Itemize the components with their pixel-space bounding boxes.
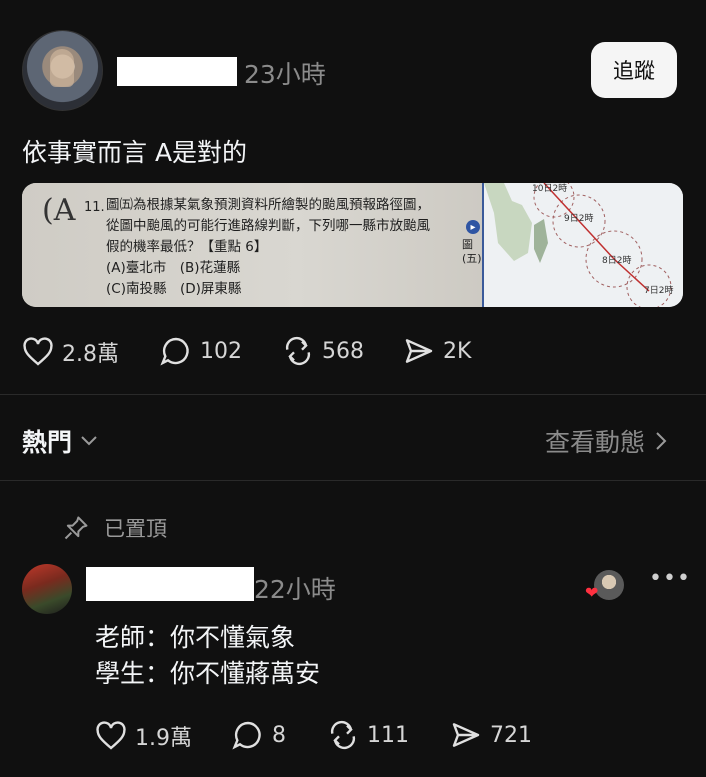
figure-arrow-icon: ▸ — [466, 220, 480, 234]
reply-share-count: 721 — [490, 722, 532, 748]
share-count: 2K — [443, 338, 472, 364]
share-button[interactable]: 2K — [403, 336, 471, 366]
like-count: 2.8萬 — [62, 342, 119, 367]
divider — [0, 480, 706, 481]
chevron-down-icon — [81, 436, 97, 446]
comment-icon — [160, 337, 189, 366]
pinned-indicator: 已置頂 — [62, 513, 167, 543]
typhoon-track-map: 10日2時 9日2時 8日2時 7日2時 — [482, 183, 683, 307]
repost-count: 568 — [322, 338, 364, 364]
question-line: 從圖中颱風的可能行進路線判斷，下列哪一縣市放颱風 — [106, 218, 430, 234]
answer-mark-letter: A — [53, 193, 76, 228]
divider — [0, 394, 706, 395]
map-label: 7日2時 — [644, 285, 673, 296]
share-send-icon — [452, 723, 480, 747]
heart-icon — [96, 721, 126, 750]
follow-button[interactable]: 追蹤 — [591, 42, 677, 98]
typhoon-map-svg: 10日2時 9日2時 8日2時 7日2時 — [484, 183, 673, 307]
more-options-icon[interactable]: ••• — [649, 566, 691, 591]
comment-count: 102 — [200, 338, 242, 364]
view-activity-link[interactable]: 查看動態 — [545, 423, 667, 459]
reply-author-avatar[interactable] — [22, 564, 72, 614]
question-line: 假的機率最低？【重點 6】 — [106, 239, 268, 255]
activity-label: 查看動態 — [545, 428, 646, 457]
reply-text: 老師：你不懂氣象 學生：你不懂蔣萬安 — [95, 620, 320, 692]
comment-icon — [232, 721, 261, 750]
reply-share-button[interactable]: 721 — [450, 720, 532, 750]
reply-repost-count: 111 — [367, 722, 409, 748]
pinned-label: 已置頂 — [104, 517, 167, 541]
reply-author-name-redacted[interactable] — [86, 567, 254, 601]
post-image[interactable]: (A 11. 圖㈤為根據某氣象預測資料所繪製的颱風預報路徑圖， 從圖中颱風的可能… — [22, 183, 683, 307]
figure-label: 圖(五) — [462, 238, 482, 265]
question-number: 11. — [84, 200, 105, 215]
heart-badge-icon: ❤ — [585, 583, 599, 602]
author-avatar[interactable] — [22, 30, 103, 111]
question-option-line: (A)臺北市 (B)花蓮縣 — [106, 260, 241, 276]
reply-comment-button[interactable]: 8 — [232, 720, 286, 750]
reply-line: 老師：你不懂氣象 — [95, 623, 296, 652]
reply-timestamp: 22小時 — [254, 575, 336, 604]
author-name-redacted[interactable] — [117, 57, 237, 86]
post-timestamp: 23小時 — [244, 60, 326, 89]
question-option-line: (C)南投縣 (D)屏東縣 — [106, 281, 242, 297]
map-label: 8日2時 — [602, 255, 631, 266]
answer-mark: (A — [42, 193, 76, 228]
sort-dropdown[interactable]: 熱門 — [22, 423, 98, 459]
repost-button[interactable]: 568 — [282, 336, 364, 366]
question-line: 圖㈤為根據某氣象預測資料所繪製的颱風預報路徑圖， — [106, 197, 430, 213]
reply-like-count: 1.9萬 — [135, 726, 192, 751]
china-coast — [484, 183, 532, 261]
reply-like-button[interactable]: 1.9萬 — [95, 720, 192, 752]
reply-line: 學生：你不懂蔣萬安 — [95, 659, 321, 688]
map-label: 10日2時 — [532, 183, 567, 194]
post-text: 依事實而言 A是對的 — [22, 138, 248, 167]
heart-icon — [23, 337, 53, 366]
chevron-right-icon — [656, 432, 667, 450]
reply-repost-button[interactable]: 111 — [327, 720, 409, 750]
like-button[interactable]: 2.8萬 — [22, 336, 119, 368]
sort-label: 熱門 — [22, 428, 73, 457]
repost-icon — [330, 720, 356, 750]
author-liked-avatar — [594, 570, 624, 600]
comment-button[interactable]: 102 — [160, 336, 242, 366]
question-text: 圖㈤為根據某氣象預測資料所繪製的颱風預報路徑圖， 從圖中颱風的可能行進路線判斷，… — [106, 195, 430, 300]
repost-icon — [285, 336, 311, 366]
share-send-icon — [405, 339, 433, 363]
taiwan-island — [534, 219, 548, 263]
reply-comment-count: 8 — [272, 722, 286, 748]
pin-icon — [64, 516, 88, 540]
typhoon-track — [543, 183, 650, 292]
map-label: 9日2時 — [564, 213, 593, 224]
